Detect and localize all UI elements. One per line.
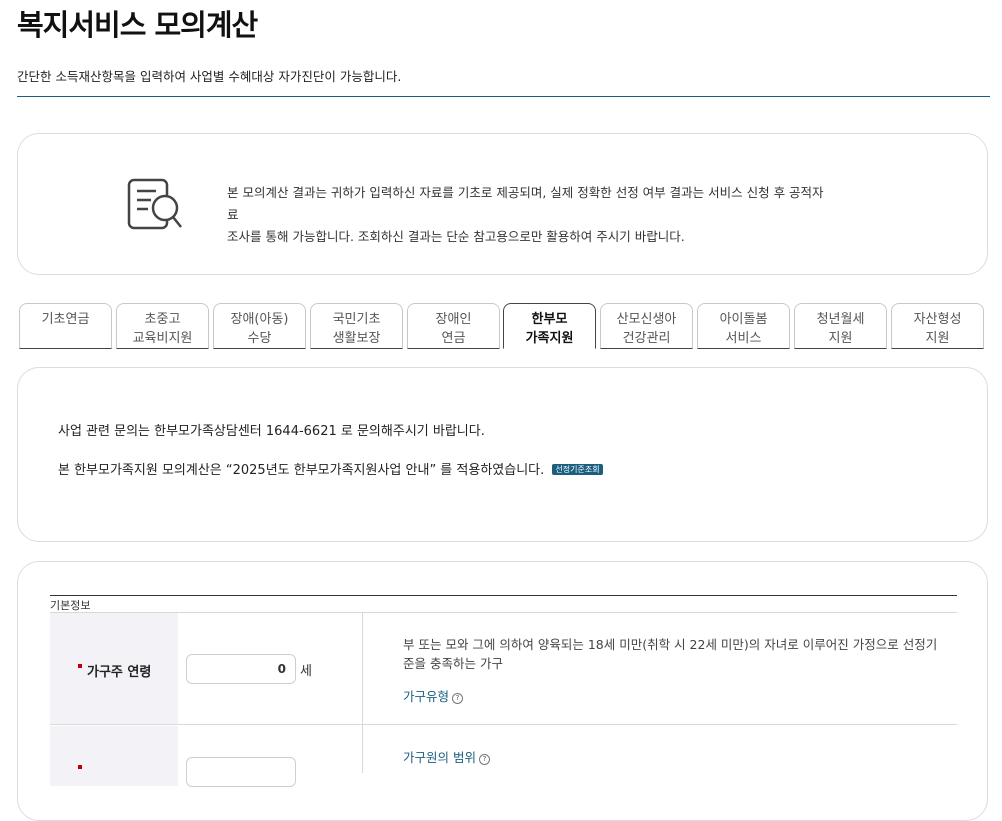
- applied-guideline-text: 본 한부모가족지원 모의계산은 “2025년도 한부모가족지원사업 안내” 를 …: [58, 459, 603, 478]
- tab-maternal-newborn-care[interactable]: 산모신생아 건강관리: [600, 303, 693, 349]
- tab-label: 자산형성: [913, 312, 962, 327]
- tab-label: 가족지원: [525, 331, 574, 346]
- tab-label: 장애(아동): [230, 312, 289, 327]
- form-caption: 기본정보: [50, 599, 91, 612]
- tab-label: 건강관리: [622, 331, 671, 346]
- tab-label: 서비스: [725, 331, 762, 346]
- tab-youth-rent-support[interactable]: 청년월세 지원: [794, 303, 887, 349]
- notice-line-2: 조사를 통해 가능합니다. 조회하신 결과는 단순 참고용으로만 활용하여 주시…: [227, 229, 685, 244]
- required-marker-icon: [78, 765, 82, 769]
- page-subtitle: 간단한 소득재산항목을 입력하여 사업별 수혜대상 자가진단이 가능합니다.: [17, 69, 402, 84]
- tab-disability-child-allowance[interactable]: 장애(아동) 수당: [213, 303, 306, 349]
- page-title: 복지서비스 모의계산: [17, 8, 258, 42]
- tab-childcare-service[interactable]: 아이돌봄 서비스: [697, 303, 790, 349]
- form-top-divider: [50, 595, 957, 596]
- service-tabs: 기초연금 초중고 교육비지원 장애(아동) 수당 국민기초 생활보장 장애인 연…: [19, 303, 985, 349]
- tab-label: 기초연금: [41, 312, 90, 327]
- help-icon: ?: [452, 693, 464, 704]
- tab-label: 국민기초: [332, 312, 381, 327]
- tab-label: 청년월세: [816, 312, 865, 327]
- required-marker-icon: [78, 664, 82, 668]
- tab-label: 교육비지원: [132, 331, 193, 346]
- householder-age-label: 가구주 연령: [87, 665, 152, 680]
- household-member-scope-label: 가구원의 범위: [403, 750, 476, 765]
- tab-basic-pension[interactable]: 기초연금: [19, 303, 112, 349]
- form-header-divider: [50, 612, 957, 613]
- tab-label: 산모신생아: [616, 312, 677, 327]
- row-label-cell: [50, 726, 178, 786]
- tab-disability-pension[interactable]: 장애인 연금: [407, 303, 500, 349]
- householder-age-input[interactable]: 0: [186, 654, 296, 684]
- applied-guideline-label: 본 한부모가족지원 모의계산은 “2025년도 한부모가족지원사업 안내” 를 …: [58, 463, 545, 478]
- household-type-description: 부 또는 모와 그에 의하여 양육되는 18세 미만(취학 시 22세 미만)의…: [403, 637, 938, 671]
- program-info-box: 사업 관련 문의는 한부모가족상담센터 1644-6621 로 문의해주시기 바…: [17, 367, 988, 542]
- tab-label: 수당: [247, 331, 272, 346]
- notice-line-1: 본 모의계산 결과는 귀하가 입력하신 자료를 기초로 제공되며, 실제 정확한…: [227, 185, 824, 222]
- tab-asset-building-support[interactable]: 자산형성 지원: [891, 303, 984, 349]
- inquiry-text: 사업 관련 문의는 한부모가족상담센터 1644-6621 로 문의해주시기 바…: [58, 424, 485, 439]
- title-divider: [17, 96, 990, 97]
- tab-label: 한부모: [531, 312, 568, 327]
- household-member-scope-help-link[interactable]: 가구원의 범위?: [403, 747, 490, 766]
- tab-label: 지원: [828, 331, 853, 346]
- help-icon: ?: [478, 754, 490, 765]
- notice-text: 본 모의계산 결과는 귀하가 입력하신 자료를 기초로 제공되며, 실제 정확한…: [227, 182, 827, 248]
- household-member-input[interactable]: [186, 757, 296, 787]
- criteria-lookup-button[interactable]: 선정기준조회: [552, 464, 603, 475]
- tab-label: 장애인: [435, 312, 472, 327]
- age-unit: 세: [300, 664, 312, 679]
- tab-label: 연금: [441, 331, 466, 346]
- document-search-icon: [127, 178, 182, 230]
- tab-label: 아이돌봄: [719, 312, 768, 327]
- tab-label: 생활보장: [332, 331, 381, 346]
- notice-box: 본 모의계산 결과는 귀하가 입력하신 자료를 기초로 제공되며, 실제 정확한…: [17, 133, 988, 275]
- tab-label: 지원: [925, 331, 950, 346]
- household-type-help-link[interactable]: 가구유형?: [403, 686, 464, 705]
- household-type-help-label: 가구유형: [403, 689, 450, 704]
- tab-label: 초중고: [144, 312, 181, 327]
- tab-basic-livelihood[interactable]: 국민기초 생활보장: [310, 303, 403, 349]
- row-divider: [50, 724, 957, 725]
- column-divider: [362, 613, 363, 773]
- tab-single-parent-support[interactable]: 한부모 가족지원: [503, 303, 596, 349]
- tab-education-support[interactable]: 초중고 교육비지원: [116, 303, 209, 349]
